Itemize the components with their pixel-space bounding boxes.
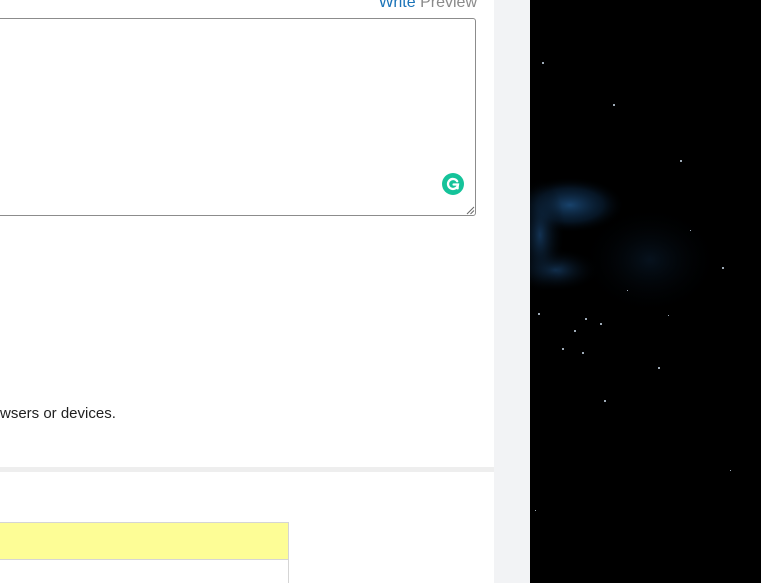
grammarly-icon[interactable] <box>442 173 464 195</box>
editor-tabs: Write Preview <box>379 0 477 13</box>
star <box>535 510 536 511</box>
nebula-image <box>530 175 720 315</box>
star <box>627 290 628 291</box>
resize-handle-icon[interactable] <box>466 206 475 215</box>
tab-preview[interactable]: Preview <box>420 0 477 11</box>
page-gutter <box>494 0 530 583</box>
star <box>658 367 660 369</box>
tab-write[interactable]: Write <box>379 0 416 11</box>
star <box>690 230 691 231</box>
page: Write Preview wsers or devices. <box>0 0 761 583</box>
star <box>613 104 615 106</box>
star <box>538 313 540 315</box>
star <box>600 323 602 325</box>
star <box>562 348 564 350</box>
star <box>582 352 584 354</box>
star <box>604 400 606 402</box>
star <box>730 470 731 471</box>
comment-textarea[interactable] <box>0 18 476 216</box>
section-divider <box>0 467 494 472</box>
star <box>542 62 544 64</box>
data-table <box>0 522 289 583</box>
grammarly-glyph <box>446 177 460 191</box>
note-text: wsers or devices. <box>0 405 116 422</box>
table-header-row <box>0 523 288 560</box>
star <box>585 318 587 320</box>
space-background-image <box>530 0 761 583</box>
star <box>668 315 669 316</box>
star <box>574 330 576 332</box>
star <box>680 160 682 162</box>
star <box>722 267 724 269</box>
main-panel: Write Preview wsers or devices. <box>0 0 494 583</box>
